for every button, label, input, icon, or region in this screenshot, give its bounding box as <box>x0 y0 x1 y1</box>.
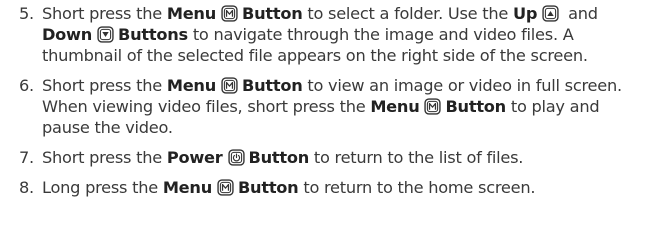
instruction-steps-list: 5. Short press the Menu Button to select … <box>0 0 649 198</box>
menu-m-icon <box>221 77 238 94</box>
step-text: to return to the home screen. <box>298 178 536 197</box>
step-number: 5. <box>19 4 34 23</box>
step-number: 8. <box>19 178 34 197</box>
step-number: 6. <box>19 76 34 95</box>
button-label: Button <box>445 97 506 116</box>
step-text: to select a folder. Use the <box>302 4 513 23</box>
step-text: and <box>563 4 598 23</box>
down-label: Down <box>42 25 93 44</box>
menu-label: Menu <box>370 97 420 116</box>
step-text: Short press the <box>42 76 167 95</box>
step-6: 6. Short press the Menu Button to view an… <box>0 75 649 138</box>
step-text: Short press the <box>42 148 167 167</box>
buttons-label: Buttons <box>118 25 188 44</box>
button-label: Button <box>241 76 303 95</box>
power-label: Power <box>166 148 223 167</box>
menu-label: Menu <box>166 4 216 23</box>
button-label: Button <box>248 148 310 167</box>
menu-label: Menu <box>162 178 212 197</box>
down-arrow-icon <box>97 26 114 43</box>
menu-m-icon <box>217 179 234 196</box>
step-text: to return to the list of files. <box>308 148 524 167</box>
up-arrow-icon <box>542 5 559 22</box>
step-number: 7. <box>19 148 34 167</box>
menu-label: Menu <box>166 76 216 95</box>
button-label: Button <box>241 4 303 23</box>
step-8: 8. Long press the Menu Button to return t… <box>0 177 649 198</box>
button-label: Button <box>237 178 299 197</box>
step-5: 5. Short press the Menu Button to select … <box>0 3 649 66</box>
up-label: Up <box>512 4 538 23</box>
step-text: Long press the <box>42 178 163 197</box>
menu-m-icon <box>221 5 238 22</box>
step-7: 7. Short press the Power Button to return… <box>0 147 649 168</box>
step-text: Short press the <box>42 4 167 23</box>
power-icon <box>227 149 245 166</box>
menu-m-icon <box>424 98 442 115</box>
